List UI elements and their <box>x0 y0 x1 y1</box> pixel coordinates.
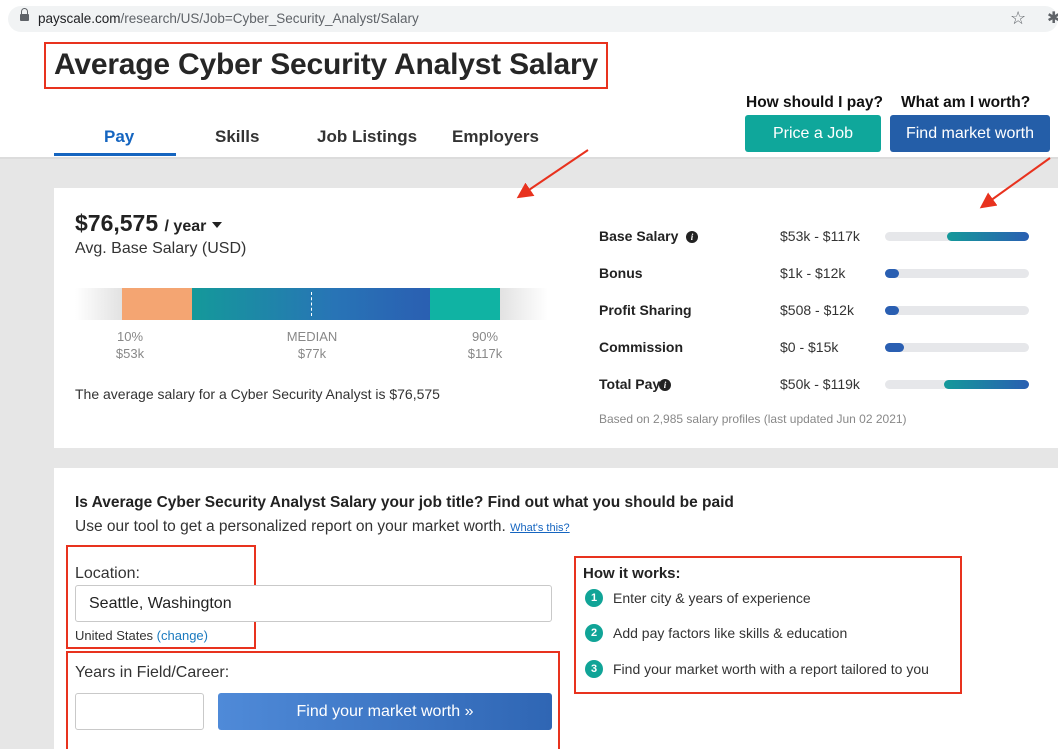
median-label: MEDIAN $77k <box>286 329 338 361</box>
pay-range-fill <box>946 232 1029 241</box>
browser-address-bar: payscale.com/research/US/Job=Cyber_Secur… <box>0 0 1058 36</box>
pay-row-name: Total Pay <box>599 376 661 392</box>
pay-row-name: Bonus <box>599 265 643 281</box>
info-icon[interactable]: i <box>659 379 671 391</box>
pay-row-profit-sharing: Profit Sharing $508 - $12k <box>599 302 1039 322</box>
pay-row-total-pay: Total Pay i $50k - $119k <box>599 376 1039 396</box>
step-number-badge: 2 <box>585 624 603 642</box>
pay-range-track <box>885 269 1029 278</box>
based-on-note: Based on 2,985 salary profiles (last upd… <box>599 412 907 426</box>
country-text: United States <box>75 628 154 643</box>
pay-row-name: Commission <box>599 339 684 355</box>
step-number-badge: 1 <box>585 589 603 607</box>
tab-pay[interactable]: Pay <box>104 127 134 147</box>
pay-range-track <box>885 232 1029 241</box>
extension-icon[interactable]: ✱ <box>1047 8 1058 28</box>
star-icon[interactable]: ☆ <box>1010 8 1026 29</box>
pay-range-track <box>885 380 1029 389</box>
find-market-worth-button[interactable]: Find market worth <box>890 115 1050 152</box>
tab-skills[interactable]: Skills <box>215 127 259 147</box>
pay-range-fill <box>944 380 1029 389</box>
pay-question-label: How should I pay? <box>746 94 883 111</box>
pay-row-range: $1k - $12k <box>780 265 846 281</box>
distribution-fade-left <box>75 288 122 320</box>
pay-range-fill <box>885 343 904 352</box>
tab-job-listings[interactable]: Job Listings <box>317 127 417 147</box>
pay-row-bonus: Bonus $1k - $12k <box>599 265 1039 285</box>
tab-employers[interactable]: Employers <box>452 127 539 147</box>
p90-label: 90% $117k <box>467 329 503 361</box>
caret-down-icon[interactable] <box>212 222 223 228</box>
years-input[interactable] <box>75 693 204 730</box>
salary-value: $76,575 <box>75 210 159 236</box>
pay-range-fill <box>885 306 900 315</box>
url-text[interactable]: payscale.com/research/US/Job=Cyber_Secur… <box>38 11 419 26</box>
how-it-works-title: How it works: <box>583 565 681 582</box>
median-marker <box>311 292 312 316</box>
step-text: Add pay factors like skills & education <box>613 625 848 641</box>
info-icon[interactable]: i <box>686 231 698 243</box>
pay-row-range: $508 - $12k <box>780 302 854 318</box>
pay-range-track <box>885 343 1029 352</box>
distribution-high-segment <box>430 288 500 320</box>
pay-row-range: $0 - $15k <box>780 339 839 355</box>
pay-row-commission: Commission $0 - $15k <box>599 339 1039 359</box>
pay-row-base-salary: Base Salary i $53k - $117k <box>599 228 1039 248</box>
average-salary-sentence: The average salary for a Cyber Security … <box>75 386 440 402</box>
distribution-low-segment <box>122 288 192 320</box>
step-text: Enter city & years of experience <box>613 590 811 606</box>
active-tab-indicator <box>54 153 176 156</box>
step-number-badge: 3 <box>585 660 603 678</box>
pay-row-name: Base Salary <box>599 228 679 244</box>
pay-row-name: Profit Sharing <box>599 302 692 318</box>
p10-label: 10% $53k <box>115 329 145 361</box>
country-line: United States (change) <box>75 628 208 643</box>
pay-range-fill <box>885 269 900 278</box>
pay-range-track <box>885 306 1029 315</box>
years-label: Years in Field/Career: <box>75 664 230 681</box>
distribution-fade-right <box>500 288 548 320</box>
lock-icon[interactable] <box>20 8 29 22</box>
page-title: Average Cyber Security Analyst Salary <box>54 48 598 81</box>
whats-this-link[interactable]: What's this? <box>510 522 570 534</box>
avg-base-salary-label: Avg. Base Salary (USD) <box>75 240 247 257</box>
average-salary-amount[interactable]: $76,575 / year <box>75 210 223 237</box>
price-a-job-button[interactable]: Price a Job <box>745 115 881 152</box>
tool-subtitle: Use our tool to get a personalized repor… <box>75 518 570 535</box>
pay-row-range: $50k - $119k <box>780 376 860 392</box>
location-label: Location: <box>75 565 140 582</box>
salary-distribution-bar <box>75 288 548 320</box>
worth-question-label: What am I worth? <box>901 94 1031 111</box>
change-country-link[interactable]: (change) <box>157 628 208 643</box>
find-your-market-worth-button[interactable]: Find your market worth » <box>218 693 552 730</box>
pay-row-range: $53k - $117k <box>780 228 860 244</box>
location-input[interactable]: Seattle, Washington <box>75 585 552 622</box>
salary-period: / year <box>164 218 207 235</box>
tool-question: Is Average Cyber Security Analyst Salary… <box>75 494 734 511</box>
step-text: Find your market worth with a report tai… <box>613 661 929 677</box>
